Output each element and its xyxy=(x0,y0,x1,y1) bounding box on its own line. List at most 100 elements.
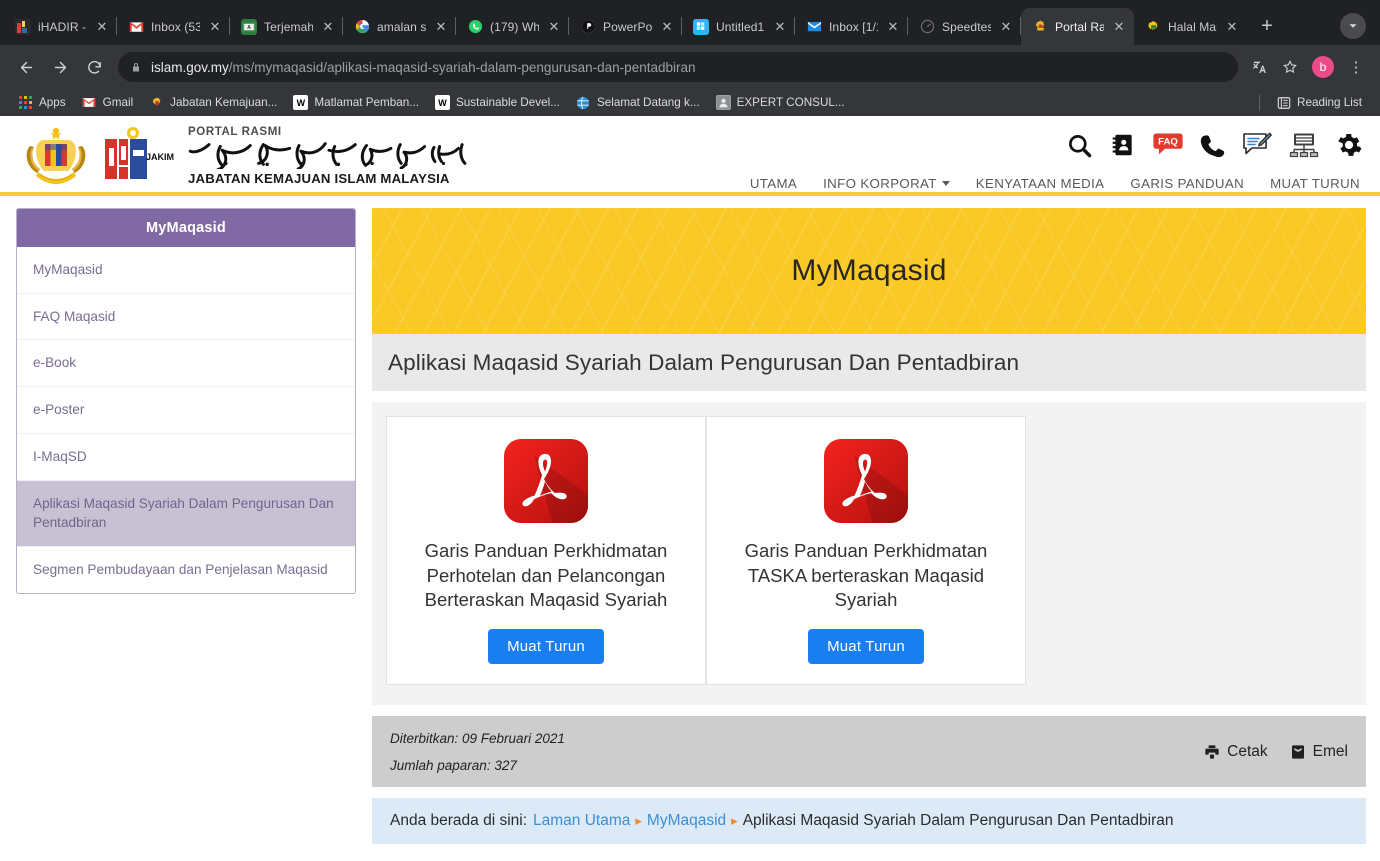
view-count: Jumlah paparan: 327 xyxy=(390,757,517,773)
browser-tab[interactable]: A Terjemaha ✕ xyxy=(230,8,343,45)
mail-icon xyxy=(806,19,822,35)
sidebar-item-imaqsd[interactable]: I-MaqSD xyxy=(17,434,355,481)
gmail-icon xyxy=(82,95,97,110)
google-icon xyxy=(354,19,370,35)
breadcrumb-item-laman-utama[interactable]: Laman Utama xyxy=(533,812,630,830)
faq-icon[interactable]: FAQ xyxy=(1153,132,1183,158)
sidebar-heading: MyMaqasid xyxy=(17,209,355,247)
print-button[interactable]: Cetak xyxy=(1204,743,1268,761)
download-button[interactable]: Muat Turun xyxy=(488,628,604,664)
browser-tab[interactable]: Inbox [1/1 ✕ xyxy=(795,8,908,45)
close-icon[interactable]: ✕ xyxy=(546,19,562,35)
department-name: JABATAN KEMAJUAN ISLAM MALAYSIA xyxy=(188,171,450,186)
feedback-icon[interactable] xyxy=(1242,132,1272,158)
wikipedia-icon: W xyxy=(434,95,450,110)
settings-icon[interactable] xyxy=(1336,132,1362,158)
bookmark-gmail[interactable]: Gmail xyxy=(74,92,142,113)
nav-item-kenyataan-media[interactable]: KENYATAAN MEDIA xyxy=(976,176,1105,191)
bookmark-wikipedia-1[interactable]: W Matlamat Pemban... xyxy=(285,92,427,113)
nav-item-garis-panduan[interactable]: GARIS PANDUAN xyxy=(1130,176,1244,191)
phone-icon[interactable] xyxy=(1200,133,1225,158)
sidebar-item-eposter[interactable]: e-Poster xyxy=(17,387,355,434)
directory-icon[interactable] xyxy=(1110,132,1136,158)
bookmark-wikipedia-2[interactable]: W Sustainable Devel... xyxy=(427,92,568,113)
nav-item-utama[interactable]: UTAMA xyxy=(750,176,797,191)
close-icon[interactable]: ✕ xyxy=(772,19,788,35)
nav-label: GARIS PANDUAN xyxy=(1130,176,1245,191)
sidebar-item-segmen-pembudayaan[interactable]: Segmen Pembudayaan dan Penjelasan Maqasi… xyxy=(17,547,355,593)
tab-search-icon[interactable] xyxy=(1340,13,1366,39)
page-banner: MyMaqasid xyxy=(372,208,1366,334)
browser-tab[interactable]: Inbox (53 ✕ xyxy=(117,8,230,45)
sitemap-icon[interactable] xyxy=(1289,132,1319,158)
close-icon[interactable]: ✕ xyxy=(659,19,675,35)
browser-tab[interactable]: amalan se ✕ xyxy=(343,8,456,45)
sidebar-item-aplikasi-maqasid[interactable]: Aplikasi Maqasid Syariah Dalam Pengurusa… xyxy=(17,480,355,547)
close-icon[interactable]: ✕ xyxy=(998,19,1014,35)
bookmark-expert-consul[interactable]: EXPERT CONSUL... xyxy=(708,92,853,113)
translate-icon[interactable] xyxy=(1246,53,1274,81)
site-brand-text: PORTAL RASMI JABATAN KEMAJUAN ISLAM MALA… xyxy=(188,124,470,186)
browser-tab-active[interactable]: Portal Ras ✕ xyxy=(1021,8,1134,45)
nav-item-info-korporat[interactable]: INFO KORPORAT xyxy=(823,176,950,191)
bookmark-label: Matlamat Pemban... xyxy=(314,96,419,109)
browser-tab[interactable]: Speedtes ✕ xyxy=(908,8,1021,45)
search-icon[interactable] xyxy=(1066,132,1093,159)
jata-icon xyxy=(1032,19,1048,35)
malaysia-coat-of-arms-icon xyxy=(18,124,94,186)
sidebar-item-mymaqasid[interactable]: MyMaqasid xyxy=(17,247,355,294)
halal-icon xyxy=(1145,19,1161,35)
page-title: Aplikasi Maqasid Syariah Dalam Pengurusa… xyxy=(388,350,1020,375)
bookmark-jakim[interactable]: Jabatan Kemajuan... xyxy=(141,92,285,113)
reading-list-icon xyxy=(1276,95,1291,110)
bookmark-label: Jabatan Kemajuan... xyxy=(170,96,278,109)
lock-icon xyxy=(130,61,142,74)
bookmark-apps[interactable]: Apps xyxy=(10,92,74,113)
tab-title: (179) Wha xyxy=(490,19,539,34)
profile-avatar[interactable]: b xyxy=(1312,56,1334,78)
sidebar-item-ebook[interactable]: e-Book xyxy=(17,340,355,388)
browser-tab[interactable]: iHADIR - ✕ xyxy=(4,8,117,45)
tab-title: iHADIR - xyxy=(38,19,87,34)
star-icon[interactable] xyxy=(1276,53,1304,81)
envelope-icon xyxy=(1291,745,1304,759)
browser-tab[interactable]: Halal Mal ✕ xyxy=(1134,8,1247,45)
speedtest-icon xyxy=(919,19,935,35)
new-tab-button[interactable]: + xyxy=(1253,12,1281,40)
bookmark-selamat-datang[interactable]: Selamat Datang k... xyxy=(568,92,708,113)
back-arrow-icon[interactable] xyxy=(10,51,42,83)
breadcrumb-prefix: Anda berada di sini: xyxy=(390,811,528,829)
forward-arrow-icon[interactable] xyxy=(44,51,76,83)
browser-tab[interactable]: (179) Wha ✕ xyxy=(456,8,569,45)
browser-tab[interactable]: PowerPoi ✕ xyxy=(569,8,682,45)
pdf-icon xyxy=(500,435,592,527)
pdf-icon xyxy=(820,435,912,527)
close-icon[interactable]: ✕ xyxy=(1111,19,1127,35)
breadcrumb-item-mymaqasid[interactable]: MyMaqasid xyxy=(647,812,726,830)
browser-tab[interactable]: Untitled1 ✕ xyxy=(682,8,795,45)
spreadsheet-icon xyxy=(693,18,709,35)
close-icon[interactable]: ✕ xyxy=(885,19,901,35)
chevron-down-icon xyxy=(941,181,950,186)
close-icon[interactable]: ✕ xyxy=(1224,19,1240,35)
article-meta-text: Diterbitkan: 09 Februari 2021 Jumlah pap… xyxy=(390,731,565,773)
close-icon[interactable]: ✕ xyxy=(94,19,110,35)
close-icon[interactable]: ✕ xyxy=(207,19,223,35)
address-bar[interactable]: islam.gov.my/ms/mymaqasid/aplikasi-maqas… xyxy=(118,52,1238,82)
close-icon[interactable]: ✕ xyxy=(433,19,449,35)
reading-list-button[interactable]: Reading List xyxy=(1268,92,1370,113)
jawi-script-logo xyxy=(188,139,470,172)
sidebar-item-faq-maqasid[interactable]: FAQ Maqasid xyxy=(17,294,355,341)
portal-rasmi-label: PORTAL RASMI xyxy=(188,126,282,138)
nav-item-muat-turun[interactable]: MUAT TURUN xyxy=(1270,176,1360,191)
page-content: JAKIM PORTAL RASMI JABATAN KEMAJUAN ISLA… xyxy=(0,116,1380,861)
tab-title: Speedtes xyxy=(942,19,991,34)
email-button[interactable]: Emel xyxy=(1290,743,1348,761)
nav-label: KENYATAAN MEDIA xyxy=(975,176,1105,191)
reload-icon[interactable] xyxy=(78,51,110,83)
kebab-menu-icon[interactable]: ⋮ xyxy=(1342,53,1370,81)
download-card: Garis Panduan Perkhidmatan Perhotelan da… xyxy=(386,416,706,685)
download-button[interactable]: Muat Turun xyxy=(808,628,924,664)
close-icon[interactable]: ✕ xyxy=(320,19,336,35)
banner-title: MyMaqasid xyxy=(791,254,947,287)
